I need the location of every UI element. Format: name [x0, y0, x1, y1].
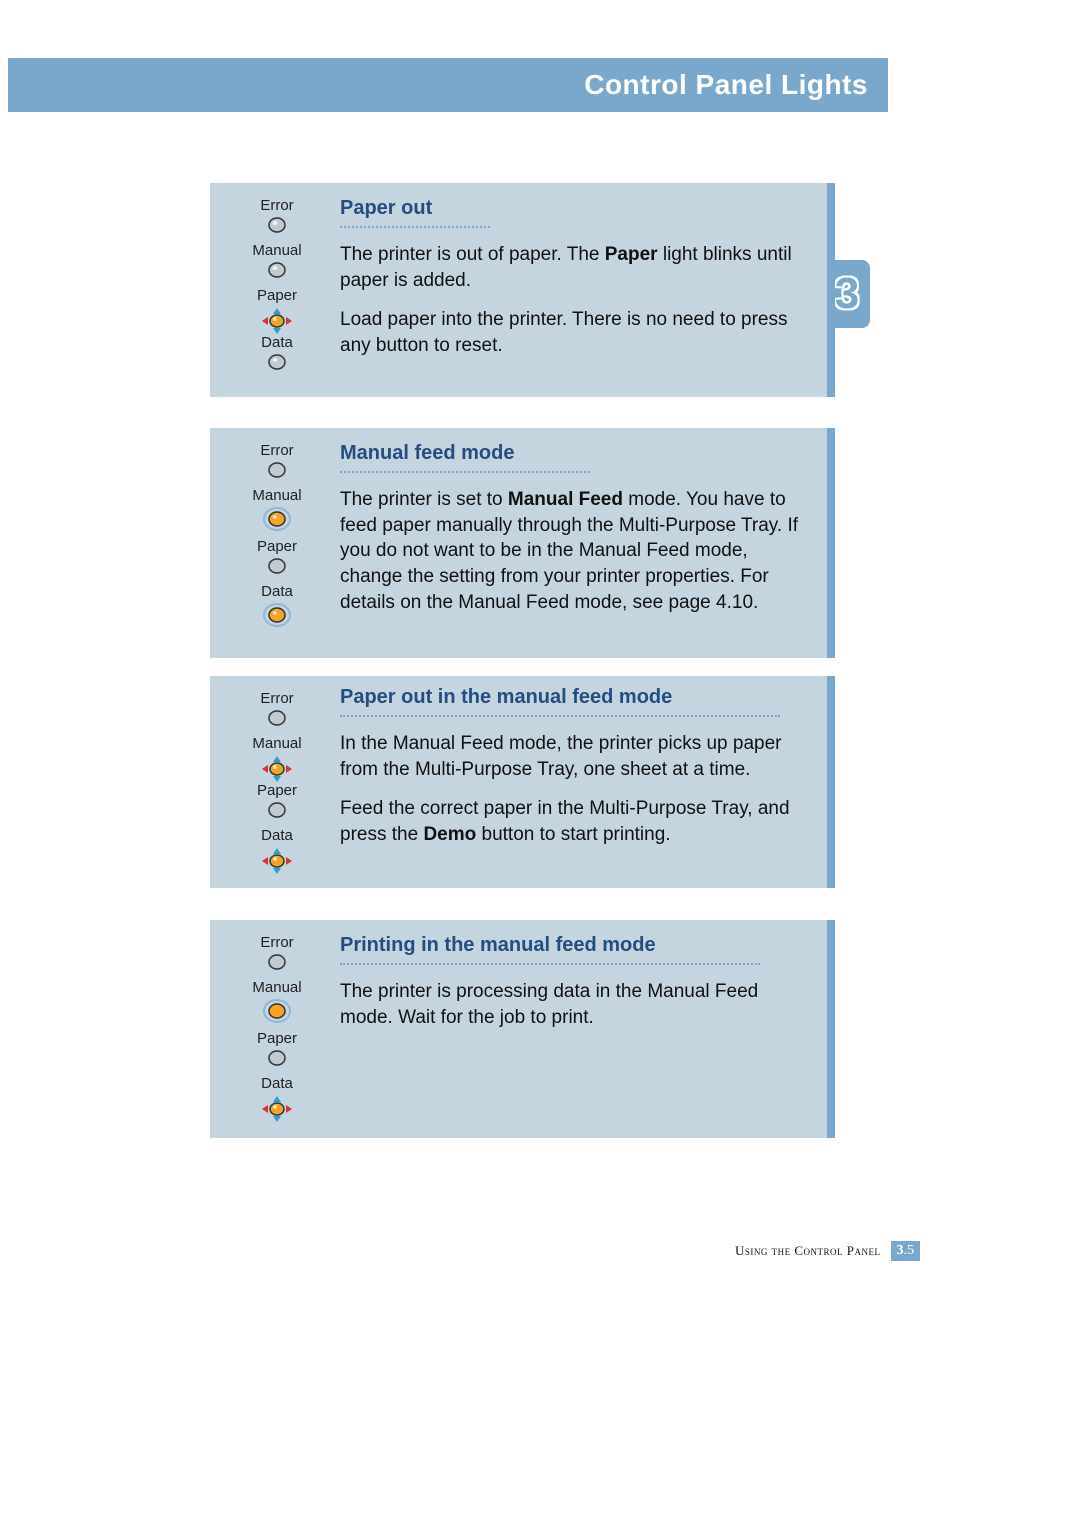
chapter-number: 3: [835, 269, 859, 319]
led-on-ring-icon: [262, 998, 292, 1024]
section-heading: Manual feed mode: [340, 442, 807, 465]
led-off-icon: [266, 461, 288, 479]
led-off-icon: [266, 953, 288, 971]
led-indicator-column: Error Manual Paper Data: [232, 934, 322, 1124]
page-header: Control Panel Lights: [8, 58, 888, 112]
led-label-error: Error: [260, 934, 293, 951]
led-label-data: Data: [261, 583, 293, 600]
led-label-data: Data: [261, 827, 293, 844]
panel-accent-bar: [827, 428, 835, 658]
led-label-data: Data: [261, 334, 293, 351]
body-text: The printer is set to Manual Feed mode. …: [340, 487, 807, 615]
page-title: Control Panel Lights: [584, 69, 868, 101]
led-label-error: Error: [260, 690, 293, 707]
section-heading: Paper out in the manual feed mode: [340, 686, 807, 709]
page-footer: Using the Control Panel 3.5: [735, 1241, 920, 1261]
led-blink-icon: [260, 846, 294, 876]
led-blink-icon: [260, 1094, 294, 1124]
dotted-divider: [340, 471, 590, 473]
led-label-paper: Paper: [257, 1030, 297, 1047]
led-off-icon: [266, 709, 288, 727]
dotted-divider: [340, 226, 490, 228]
section-heading: Paper out: [340, 197, 807, 220]
led-label-error: Error: [260, 442, 293, 459]
body-text: In the Manual Feed mode, the printer pic…: [340, 731, 807, 782]
body-text: Load paper into the printer. There is no…: [340, 307, 807, 358]
panel-accent-bar: [827, 676, 835, 888]
led-label-data: Data: [261, 1075, 293, 1092]
panel-accent-bar: [827, 183, 835, 397]
led-off-icon: [266, 557, 288, 575]
led-on-ring-icon: [262, 506, 292, 532]
led-off-icon: [266, 261, 288, 279]
led-label-error: Error: [260, 197, 293, 214]
led-off-icon: [266, 353, 288, 371]
panel-paper-out: Error Manual Paper Data Paper out The pr…: [210, 183, 835, 397]
led-label-paper: Paper: [257, 287, 297, 304]
led-indicator-column: Error Manual Paper Data: [232, 197, 322, 371]
body-text: The printer is out of paper. The Paper l…: [340, 242, 807, 293]
led-blink-icon: [260, 754, 294, 784]
led-label-manual: Manual: [252, 487, 301, 504]
panel-printing-manual: Error Manual Paper Data Print: [210, 920, 835, 1138]
body-text: Feed the correct paper in the Multi-Purp…: [340, 796, 807, 847]
panel-manual-feed: Error Manual Paper Data Manual feed mode: [210, 428, 835, 658]
led-label-paper: Paper: [257, 538, 297, 555]
led-indicator-column: Error Manual Paper Data: [232, 442, 322, 628]
led-on-ring-icon: [262, 602, 292, 628]
body-text: The printer is processing data in the Ma…: [340, 979, 807, 1030]
led-off-icon: [266, 1049, 288, 1067]
led-off-icon: [266, 801, 288, 819]
dotted-divider: [340, 715, 780, 717]
led-indicator-column: Error Manual Paper Data: [232, 690, 322, 876]
footer-chapter-name: Using the Control Panel: [735, 1243, 881, 1259]
panel-accent-bar: [827, 920, 835, 1138]
led-label-paper: Paper: [257, 782, 297, 799]
led-label-manual: Manual: [252, 242, 301, 259]
dotted-divider: [340, 963, 760, 965]
led-label-manual: Manual: [252, 979, 301, 996]
footer-page-number: 3.5: [891, 1241, 921, 1261]
led-blink-icon: [260, 306, 294, 336]
led-label-manual: Manual: [252, 735, 301, 752]
led-off-icon: [266, 216, 288, 234]
panel-paper-out-manual: Error Manual Paper Data: [210, 676, 835, 888]
section-heading: Printing in the manual feed mode: [340, 934, 807, 957]
